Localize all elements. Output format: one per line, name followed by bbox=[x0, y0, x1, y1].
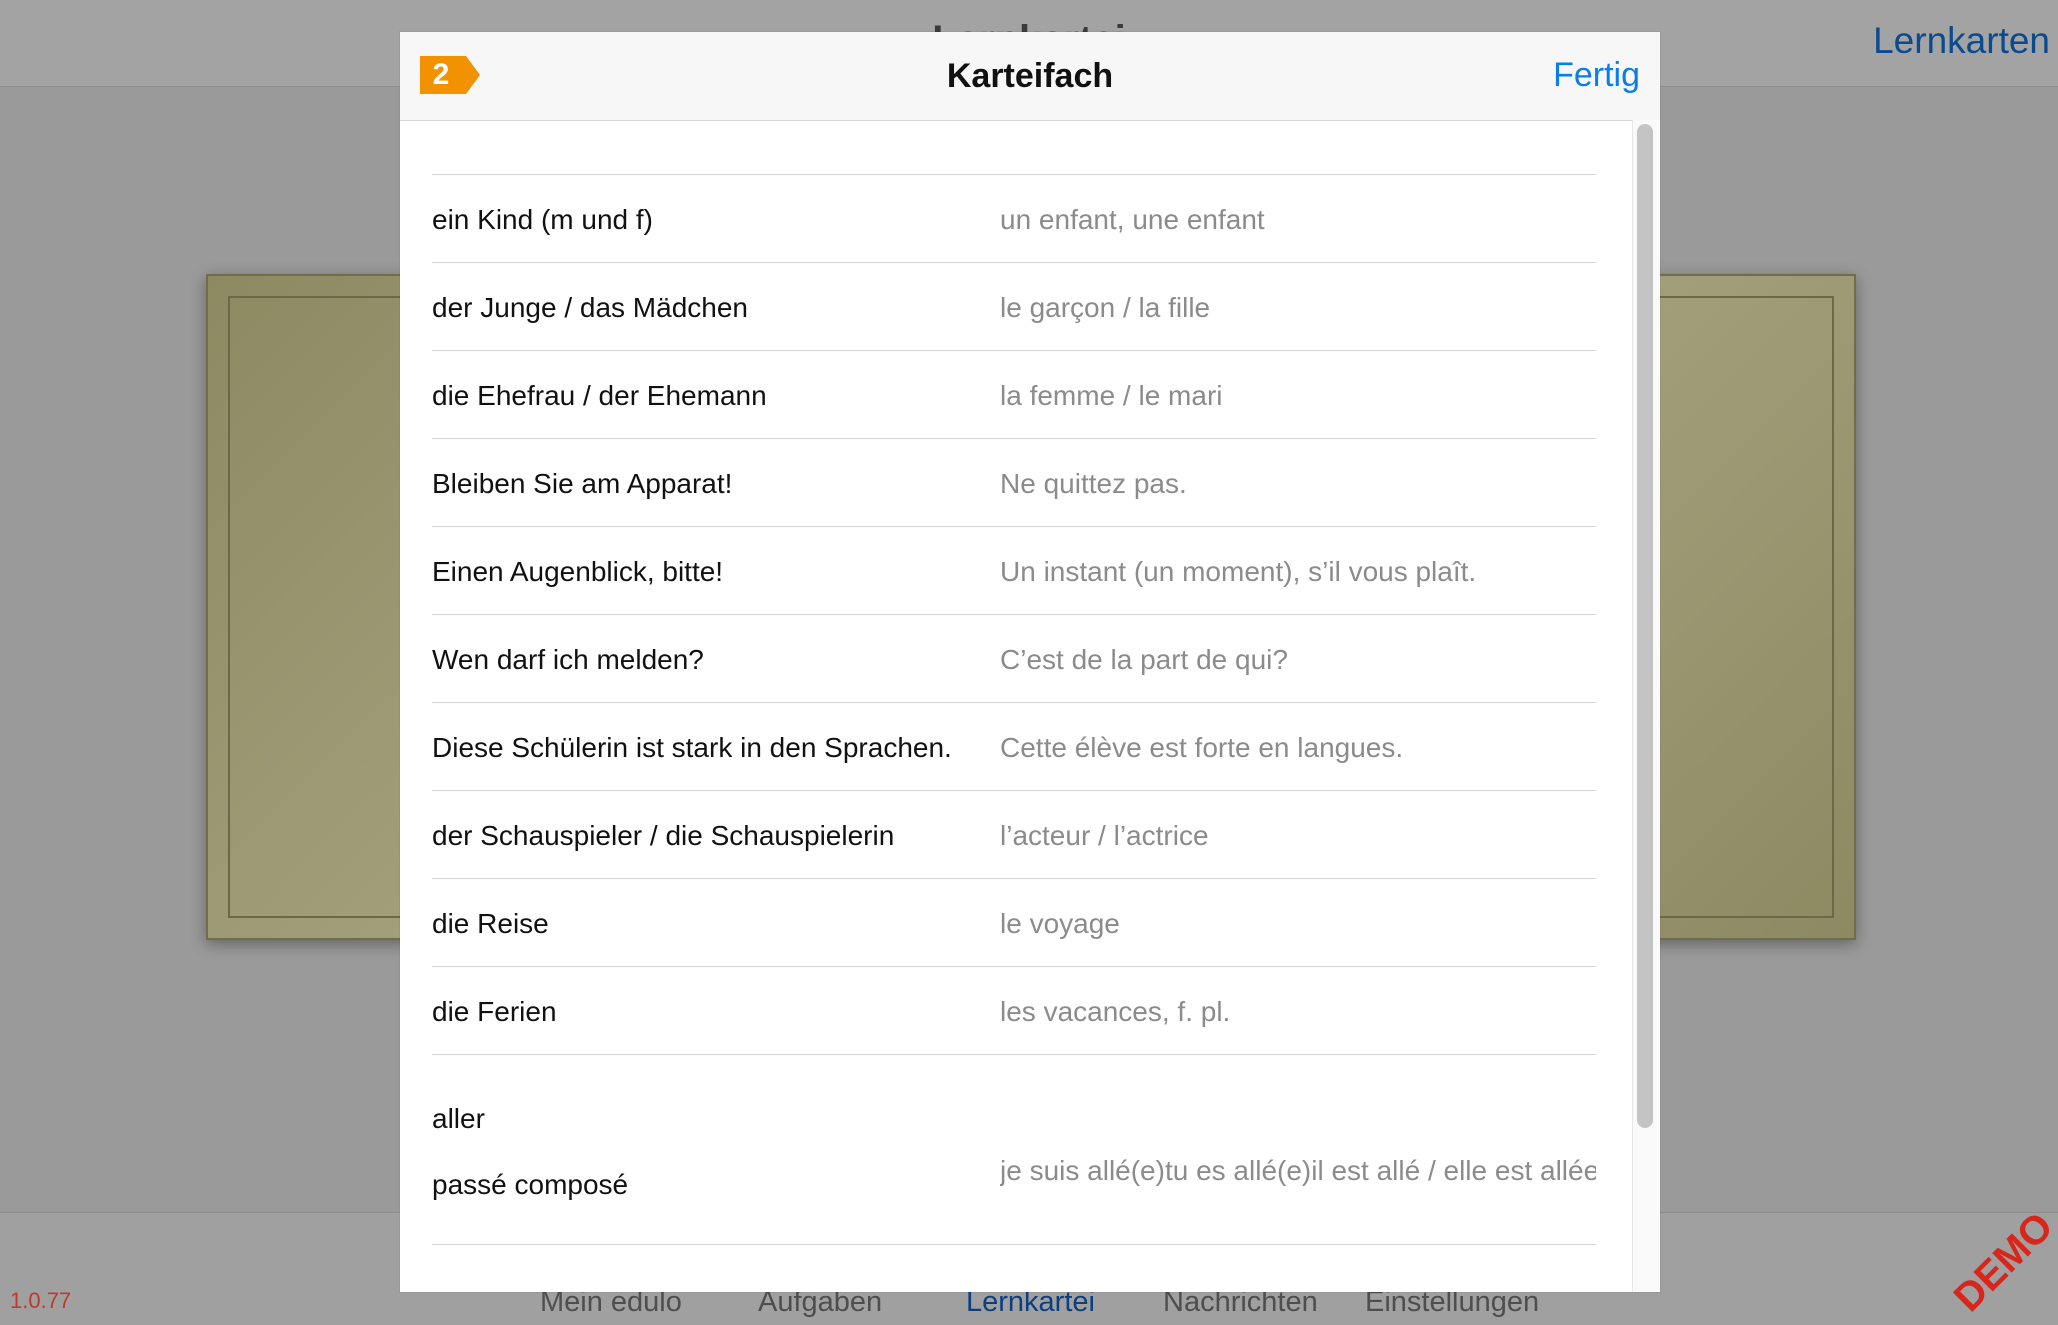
card-french: l’acteur / l’actrice bbox=[1000, 820, 1209, 851]
card-french: la femme / le mari bbox=[1000, 380, 1223, 411]
version-label: 1.0.77 bbox=[10, 1288, 72, 1313]
list-item[interactable]: Bleiben Sie am Apparat! Ne quittez pas. bbox=[432, 439, 1596, 527]
list-item[interactable]: Einen Augenblick, bitte! Un instant (un … bbox=[432, 527, 1596, 615]
card-french: je suis allé(e)tu es allé(e)il est allé … bbox=[1000, 1155, 1596, 1186]
card-french: un enfant, une enfant bbox=[1000, 204, 1265, 235]
card-german: der Schauspieler / die Schauspielerin bbox=[432, 820, 895, 851]
modal-title: Karteifach bbox=[946, 57, 1114, 95]
card-german: die Reise bbox=[432, 908, 549, 939]
done-button[interactable]: Fertig bbox=[1553, 56, 1640, 95]
list-item[interactable]: der Schauspieler / die Schauspielerin l’… bbox=[432, 791, 1596, 879]
list-item[interactable]: der Junge / das Mädchen le garçon / la f… bbox=[432, 263, 1596, 351]
list-item[interactable]: aller passé composé je suis allé(e)tu es… bbox=[432, 1055, 1596, 1245]
card-german: aller bbox=[432, 1103, 485, 1134]
list-item[interactable]: die Ehefrau / der Ehemann la femme / le … bbox=[432, 351, 1596, 439]
lernkarten-link[interactable]: Lernkarten bbox=[1873, 20, 2050, 62]
card-french: le voyage bbox=[1000, 908, 1120, 939]
card-german: die Ehefrau / der Ehemann bbox=[432, 380, 767, 411]
modal-header: 2 Karteifach Fertig bbox=[400, 32, 1660, 121]
list-item[interactable]: die Ferien les vacances, f. pl. bbox=[432, 967, 1596, 1055]
card-german: der Junge / das Mädchen bbox=[432, 292, 748, 323]
card-french: Un instant (un moment), s’il vous plaît. bbox=[1000, 556, 1477, 587]
list-item[interactable]: Diese Schülerin ist stark in den Sprache… bbox=[432, 703, 1596, 791]
list-item[interactable]: Wen darf ich melden? C’est de la part de… bbox=[432, 615, 1596, 703]
card-german: Diese Schülerin ist stark in den Sprache… bbox=[432, 732, 952, 763]
card-german: Wen darf ich melden? bbox=[432, 644, 704, 675]
card-list[interactable]: ein Kind (m und f) un enfant, une enfant… bbox=[400, 120, 1632, 1292]
card-german: die Ferien bbox=[432, 996, 557, 1027]
card-french: Ne quittez pas. bbox=[1000, 468, 1187, 499]
card-french: Cette élève est forte en langues. bbox=[1000, 732, 1404, 763]
list-item[interactable]: aimer bbox=[432, 1245, 1596, 1292]
card-french: le garçon / la fille bbox=[1000, 292, 1211, 323]
card-french: les vacances, f. pl. bbox=[1000, 996, 1231, 1027]
card-german: Einen Augenblick, bitte! bbox=[432, 556, 724, 587]
list-item[interactable]: ein Kind (m und f) un enfant, une enfant bbox=[432, 175, 1596, 263]
karteifach-modal: 2 Karteifach Fertig ein Kind (m und f) u… bbox=[400, 32, 1660, 1292]
card-french: C’est de la part de qui? bbox=[1000, 644, 1288, 675]
card-german: ein Kind (m und f) bbox=[432, 204, 653, 235]
card-german: Bleiben Sie am Apparat! bbox=[432, 468, 733, 499]
card-german-note: passé composé bbox=[432, 1169, 629, 1200]
scrollbar-thumb[interactable] bbox=[1637, 124, 1653, 1128]
list-item[interactable]: die Reise le voyage bbox=[432, 879, 1596, 967]
